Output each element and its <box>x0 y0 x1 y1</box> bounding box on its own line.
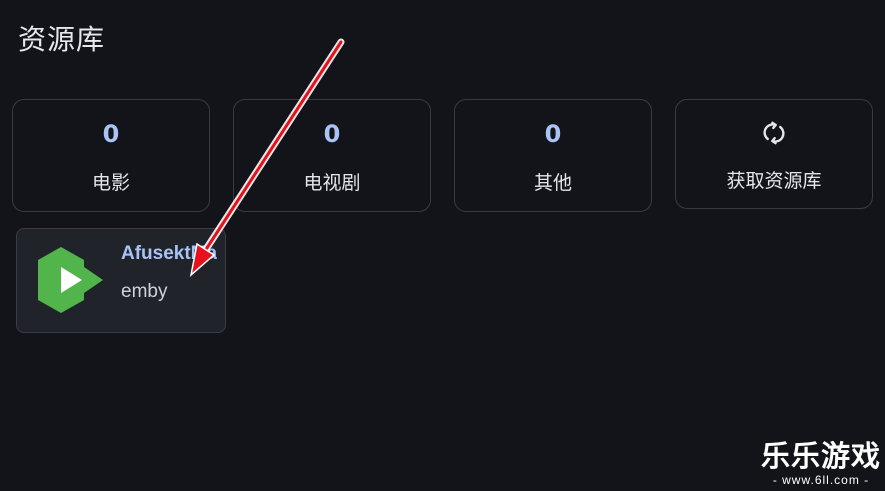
other-card[interactable]: 0 其他 <box>454 99 652 212</box>
watermark: 乐乐游戏 - www.6ll.com - <box>761 439 881 487</box>
fetch-library-button[interactable]: 获取资源库 <box>675 99 873 209</box>
movies-card[interactable]: 0 电影 <box>12 99 210 212</box>
server-type: emby <box>121 281 168 302</box>
emby-server-card[interactable]: AfusektMan emby <box>16 228 226 333</box>
other-count: 0 <box>544 120 562 148</box>
watermark-url: - www.6ll.com - <box>772 473 870 487</box>
watermark-title: 乐乐游戏 <box>760 439 881 473</box>
other-label: 其他 <box>533 172 572 194</box>
emby-logo-icon <box>35 245 105 315</box>
tv-shows-count: 0 <box>323 120 341 148</box>
server-name: AfusektMan <box>121 243 217 264</box>
tv-shows-card[interactable]: 0 电视剧 <box>233 99 431 212</box>
tv-shows-label: 电视剧 <box>303 172 361 194</box>
movies-label: 电影 <box>91 172 130 194</box>
refresh-icon <box>676 120 872 146</box>
page-title: 资源库 <box>18 23 106 56</box>
fetch-library-label: 获取资源库 <box>726 170 822 192</box>
movies-count: 0 <box>102 120 120 148</box>
